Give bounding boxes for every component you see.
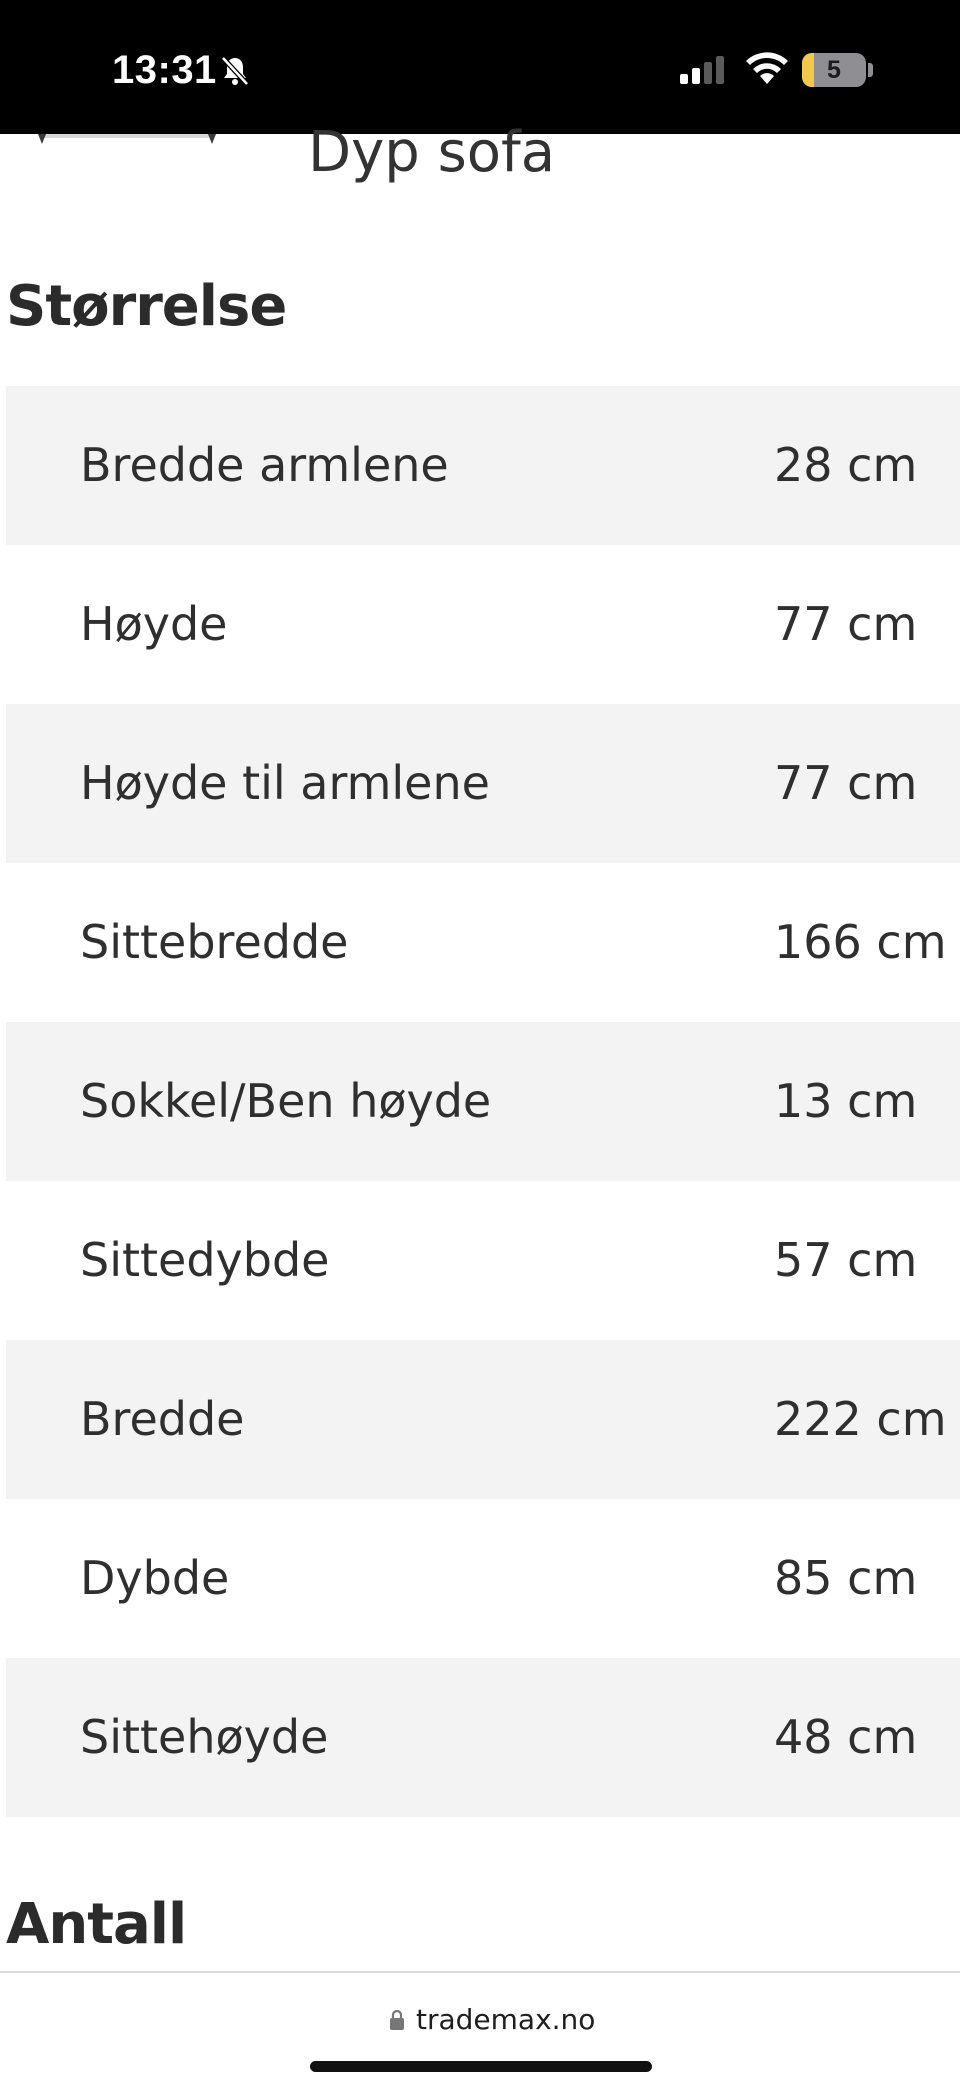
spec-row: Høyde 77 cm (6, 545, 960, 704)
spec-label: Høyde (80, 597, 228, 651)
spec-value: 77 cm (774, 756, 918, 810)
spec-label: Høyde til armlene (80, 756, 490, 810)
size-section-title: Størrelse (6, 274, 287, 339)
spec-label: Sittebredde (80, 915, 349, 969)
spec-row: Bredde armlene 28 cm (6, 386, 960, 545)
spec-row: Bredde 222 cm (6, 1340, 960, 1499)
spec-label: Dybde (80, 1551, 230, 1605)
spec-value: 77 cm (774, 597, 918, 651)
battery-nub (868, 63, 873, 77)
wifi-icon (746, 52, 788, 84)
spec-label: Sokkel/Ben høyde (80, 1074, 492, 1128)
size-spec-table: Bredde armlene 28 cm Høyde 77 cm Høyde t… (6, 386, 960, 1817)
spec-label: Sittehøyde (80, 1710, 329, 1764)
spec-value: 222 cm (774, 1392, 947, 1446)
spec-label: Sittedybde (80, 1233, 330, 1287)
count-section-title: Antall (6, 1892, 187, 1957)
battery-icon: 5 (802, 53, 866, 87)
battery-level: 5 (827, 56, 841, 84)
spec-label: Bredde (80, 1392, 245, 1446)
spec-value: 166 cm (774, 915, 947, 969)
spec-value: 28 cm (774, 438, 918, 492)
spec-row: Sittedybde 57 cm (6, 1181, 960, 1340)
spec-value: 13 cm (774, 1074, 918, 1128)
product-image (38, 134, 216, 144)
product-name: Dyp sofa (308, 120, 556, 185)
spec-value: 48 cm (774, 1710, 918, 1764)
url-text[interactable]: trademax.no (416, 2001, 595, 2039)
signal-icon (680, 56, 724, 84)
status-bar: 13:31 5 (0, 0, 960, 134)
spec-value: 57 cm (774, 1233, 918, 1287)
bell-off-icon (221, 56, 249, 86)
spec-value: 85 cm (774, 1551, 918, 1605)
spec-row: Sokkel/Ben høyde 13 cm (6, 1022, 960, 1181)
spec-label: Bredde armlene (80, 438, 449, 492)
spec-row: Sittehøyde 48 cm (6, 1658, 960, 1817)
url-bar[interactable]: trademax.no (0, 1973, 960, 2086)
status-time: 13:31 (112, 48, 217, 92)
spec-row: Dybde 85 cm (6, 1499, 960, 1658)
spec-row: Høyde til armlene 77 cm (6, 704, 960, 863)
spec-row: Sittebredde 166 cm (6, 863, 960, 1022)
lock-icon (390, 2009, 404, 2030)
home-indicator (310, 2061, 652, 2072)
